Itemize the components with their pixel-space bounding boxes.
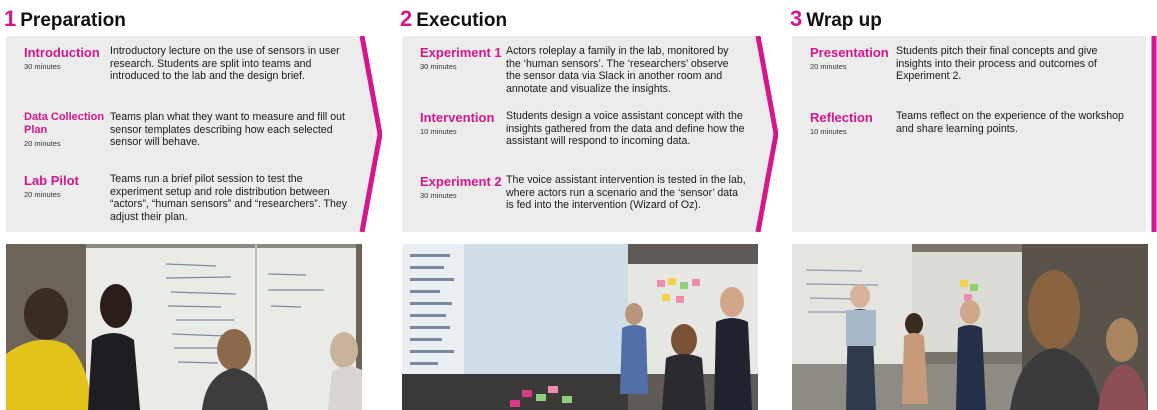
phase-title: Preparation xyxy=(20,10,126,31)
phase-title: Execution xyxy=(416,10,508,31)
phase-title: Wrap up xyxy=(806,10,882,31)
activity-name: Lab Pilot 20 minutes xyxy=(24,173,114,200)
activity-description: The voice assistant intervention is test… xyxy=(506,174,746,212)
activity-duration: 30 minutes xyxy=(24,62,61,71)
activity-name: Intervention 10 minutes xyxy=(420,110,510,137)
phase-number: 2 xyxy=(400,6,413,31)
activity-description: Actors roleplay a family in the lab, mon… xyxy=(506,45,729,95)
phase-wrap-up: 3 Wrap up Presentation 20 minutes Studen… xyxy=(786,0,1157,410)
activity-name: Experiment 1 30 minutes xyxy=(420,45,510,72)
phase-header: 3 Wrap up xyxy=(790,6,882,32)
activity-duration: 20 minutes xyxy=(810,62,847,71)
activity-description: Teams reflect on the experience of the w… xyxy=(896,110,1124,135)
workshop-photo-projection xyxy=(402,244,758,410)
phase-header: 2 Execution xyxy=(400,6,507,32)
activity-duration: 10 minutes xyxy=(810,127,847,136)
activity-description: Students design a voice assistant concep… xyxy=(506,110,745,148)
activity-duration: 20 minutes xyxy=(24,139,61,148)
phase-header: 1 Preparation xyxy=(4,6,126,32)
phase-execution: 2 Execution Experiment 1 30 minutes Acto… xyxy=(396,0,778,410)
activity-duration: 20 minutes xyxy=(24,190,61,199)
phase-panel: Presentation 20 minutes Students pitch t… xyxy=(792,36,1157,232)
activity-name: Introduction 30 minutes xyxy=(24,45,114,72)
phase-preparation: 1 Preparation Introduction 30 minutes In… xyxy=(0,0,382,410)
phase-panel: Experiment 1 30 minutes Actors roleplay … xyxy=(402,36,778,232)
activity-description: Teams run a brief pilot session to test … xyxy=(110,173,348,223)
workshop-photo-whiteboard xyxy=(6,244,362,410)
activity-name: Presentation 20 minutes xyxy=(810,45,900,72)
activity-description: Introductory lecture on the use of senso… xyxy=(110,45,340,83)
phase-panel: Introduction 30 minutes Introductory lec… xyxy=(6,36,382,232)
activity-description: Students pitch their final concepts and … xyxy=(896,45,1098,83)
activity-name: Data Collection Plan 20 minutes xyxy=(24,111,114,149)
phase-number: 3 xyxy=(790,6,803,31)
activity-name: Reflection 10 minutes xyxy=(810,110,900,137)
activity-description: Teams plan what they want to measure and… xyxy=(110,111,345,149)
activity-name: Experiment 2 30 minutes xyxy=(420,174,510,201)
phase-number: 1 xyxy=(4,6,17,31)
workshop-photo-presentation xyxy=(792,244,1148,410)
activity-duration: 30 minutes xyxy=(420,62,457,71)
activity-duration: 10 minutes xyxy=(420,127,457,136)
activity-duration: 30 minutes xyxy=(420,191,457,200)
